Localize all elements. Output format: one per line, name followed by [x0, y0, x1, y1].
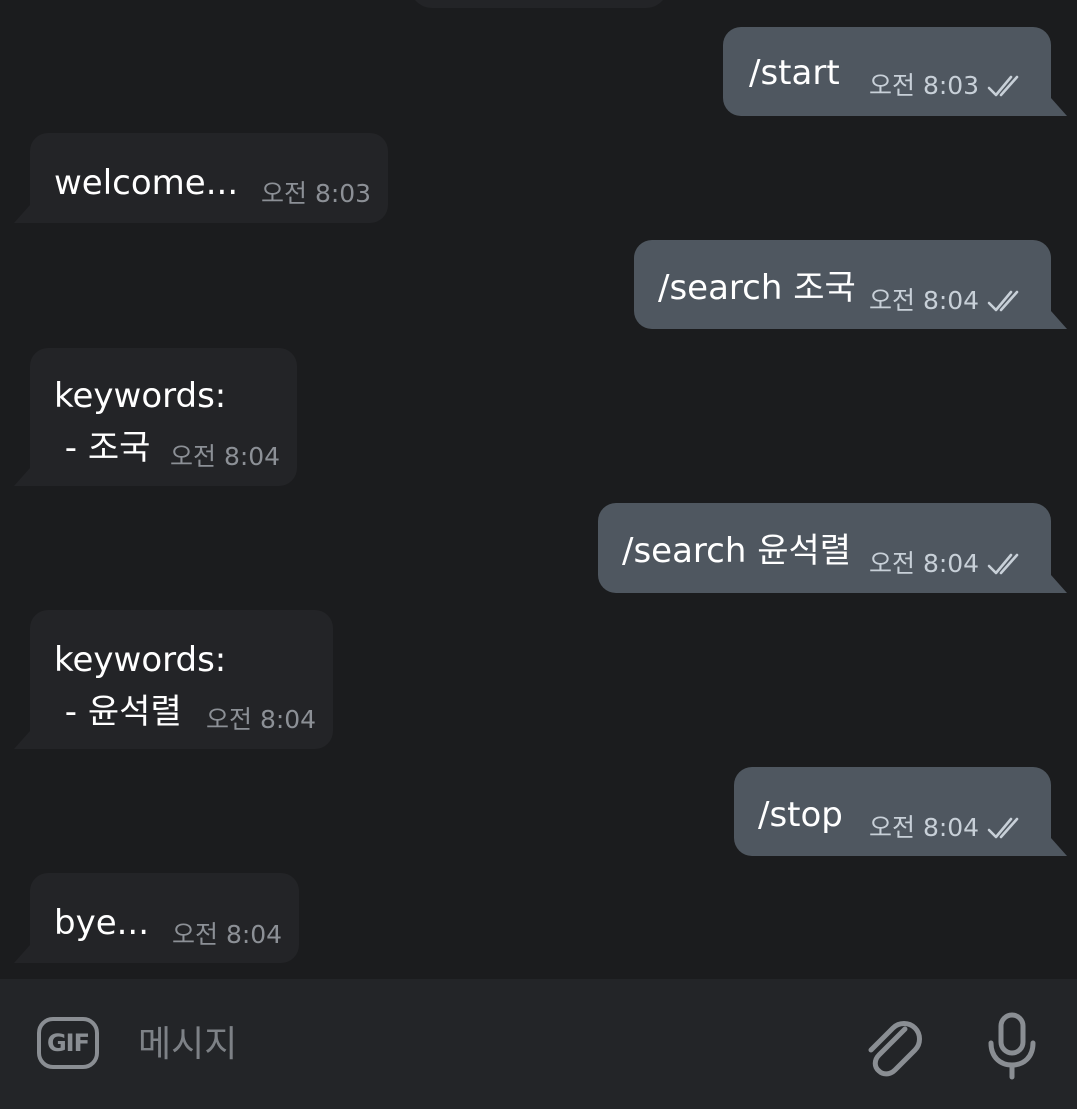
message-meta: 오전 8:04 [869, 813, 1031, 843]
message-input[interactable] [138, 1019, 838, 1069]
message-meta: 오전 8:04 [206, 705, 316, 735]
message-time: 오전 8:03 [869, 71, 980, 100]
message-meta: 오전 8:04 [172, 920, 282, 950]
message-time: 오전 8:04 [869, 813, 980, 842]
message-meta: 오전 8:03 [261, 179, 371, 209]
message-text: welcome... [54, 163, 239, 203]
message-text: /stop [758, 795, 843, 835]
message-text-line: keywords: [54, 640, 227, 680]
double-check-icon [987, 290, 1019, 312]
chat-history[interactable]: /start 오전 8:03 welcome... 오전 8:03 /searc… [0, 0, 1077, 979]
message-bubble-outgoing[interactable]: /start 오전 8:03 [723, 27, 1067, 116]
message-time: 오전 8:04 [172, 920, 283, 949]
message-bubble-outgoing[interactable]: /search 조국 오전 8:04 [634, 240, 1067, 329]
message-text: /search 윤석렬 [622, 531, 852, 571]
double-check-icon [987, 817, 1019, 839]
message-time: 오전 8:03 [261, 179, 372, 208]
message-meta: 오전 8:04 [170, 442, 280, 472]
partial-message-bubble [410, 0, 668, 8]
message-text-line: - 조국 [54, 428, 151, 468]
message-text: bye... [54, 903, 150, 943]
message-bubble-outgoing[interactable]: /search 윤석렬 오전 8:04 [598, 503, 1067, 593]
gif-button[interactable]: GIF [37, 1017, 99, 1069]
message-text: /start [749, 53, 840, 93]
message-bubble-incoming[interactable]: welcome... 오전 8:03 [14, 133, 388, 223]
message-text-line: - 윤석렬 [54, 692, 182, 732]
message-time: 오전 8:04 [206, 705, 317, 734]
message-time: 오전 8:04 [170, 442, 281, 471]
message-composer: GIF [0, 979, 1077, 1109]
message-bubble-incoming[interactable]: keywords: - 조국 오전 8:04 [14, 348, 297, 486]
paperclip-icon[interactable] [858, 1009, 926, 1081]
message-bubble-incoming[interactable]: bye... 오전 8:04 [14, 873, 299, 963]
message-meta: 오전 8:04 [869, 549, 1031, 579]
microphone-icon[interactable] [984, 1011, 1040, 1081]
message-meta: 오전 8:03 [869, 71, 1031, 101]
message-bubble-outgoing[interactable]: /stop 오전 8:04 [734, 767, 1067, 856]
double-check-icon [987, 75, 1019, 97]
message-text: /search 조국 [658, 268, 856, 308]
message-bubble-incoming[interactable]: keywords: - 윤석렬 오전 8:04 [14, 610, 333, 749]
message-time: 오전 8:04 [869, 549, 980, 578]
double-check-icon [987, 553, 1019, 575]
message-text-line: keywords: [54, 376, 227, 416]
message-meta: 오전 8:04 [869, 286, 1031, 316]
message-time: 오전 8:04 [869, 286, 980, 315]
